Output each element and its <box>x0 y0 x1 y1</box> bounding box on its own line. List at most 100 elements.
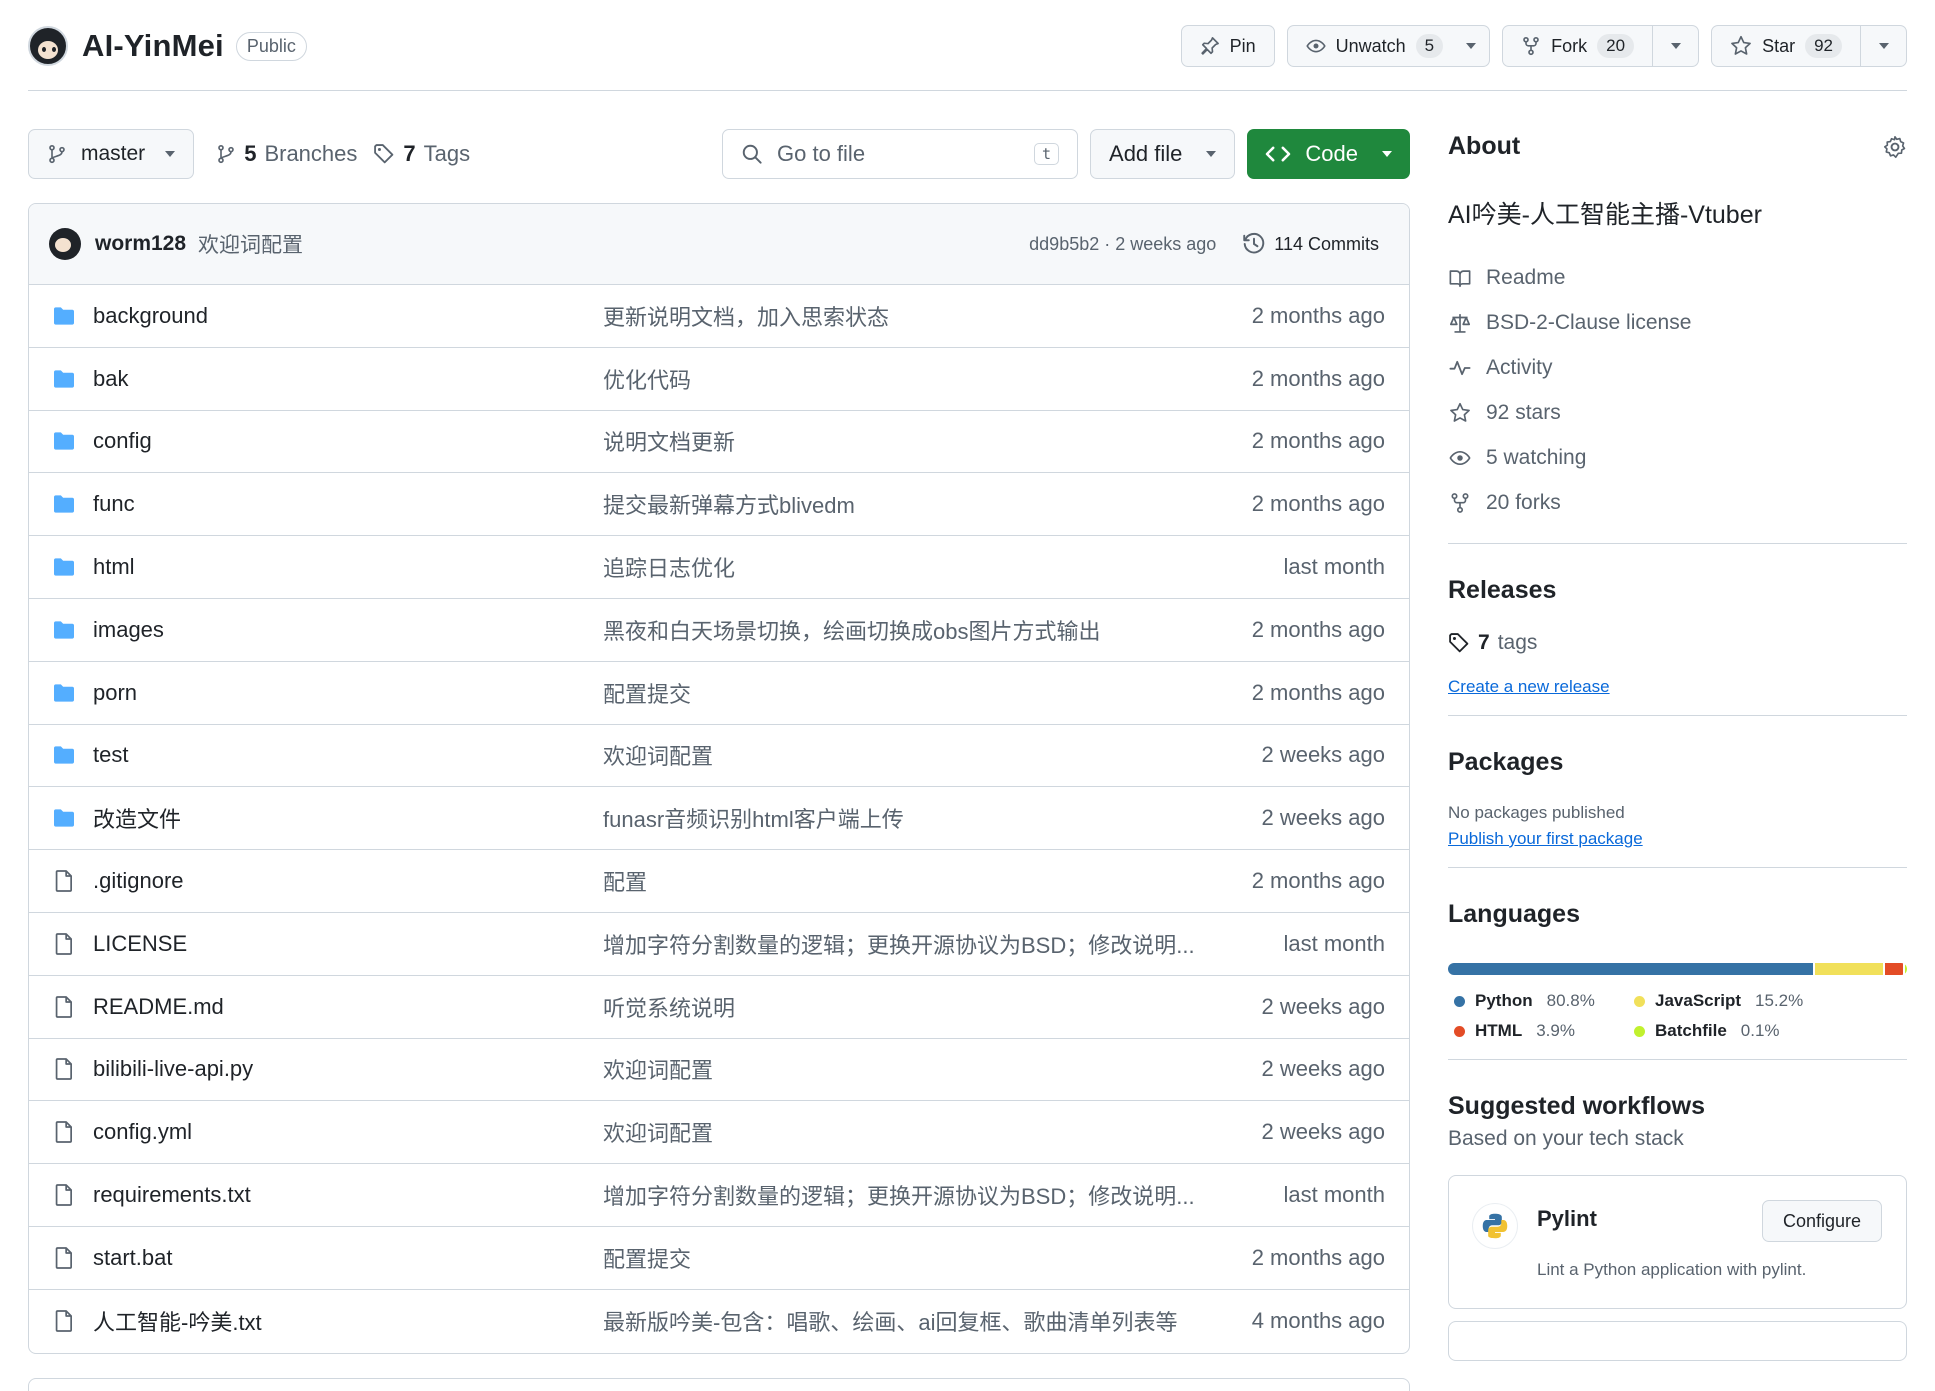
star-button[interactable]: Star 92 <box>1711 25 1907 67</box>
file-row[interactable]: config.yml 欢迎词配置 2 weeks ago <box>29 1101 1409 1165</box>
file-commit-message[interactable]: 最新版吟美-包含：唱歌、绘画、ai回复框、歌曲清单列表等 <box>603 1305 1203 1337</box>
file-row[interactable]: porn 配置提交 2 months ago <box>29 662 1409 725</box>
publish-package-link[interactable]: Publish your first package <box>1448 829 1643 848</box>
file-commit-message[interactable]: 更新说明文档，加入思索状态 <box>603 300 1203 332</box>
file-row[interactable]: requirements.txt 增加字符分割数量的逻辑；更换开源协议为BSD；修… <box>29 1164 1409 1227</box>
file-name[interactable]: test <box>93 742 603 768</box>
file-row[interactable]: config 说明文档更新 2 months ago <box>29 411 1409 474</box>
file-name[interactable]: .gitignore <box>93 868 603 894</box>
code-button[interactable]: Code <box>1247 129 1410 179</box>
file-commit-message[interactable]: 欢迎词配置 <box>603 739 1203 771</box>
file-row[interactable]: test 欢迎词配置 2 weeks ago <box>29 725 1409 788</box>
file-row[interactable]: bak 优化代码 2 months ago <box>29 348 1409 411</box>
fork-button[interactable]: Fork 20 <box>1502 25 1700 67</box>
branch-selector[interactable]: master <box>28 129 195 179</box>
about-readme[interactable]: Readme <box>1448 255 1907 300</box>
file-name[interactable]: bak <box>93 366 603 392</box>
file-name[interactable]: 人工智能-吟美.txt <box>93 1305 603 1337</box>
file-name[interactable]: config <box>93 428 603 454</box>
file-row[interactable]: bilibili-live-api.py 欢迎词配置 2 weeks ago <box>29 1039 1409 1102</box>
file-name[interactable]: LICENSE <box>93 931 603 957</box>
commits-history-link[interactable]: 114 Commits <box>1242 232 1379 256</box>
chevron-down-icon <box>1466 43 1477 49</box>
file-row[interactable]: images 黑夜和白天场景切换，绘画切换成obs图片方式输出 2 months a… <box>29 599 1409 662</box>
about-header: About <box>1448 132 1907 161</box>
file-name[interactable]: background <box>93 303 603 329</box>
file-row[interactable]: func 提交最新弹幕方式blivedm 2 months ago <box>29 473 1409 537</box>
file-commit-message[interactable]: 欢迎词配置 <box>603 1053 1203 1085</box>
commit-author[interactable]: worm128 <box>95 232 186 256</box>
file-name[interactable]: bilibili-live-api.py <box>93 1056 603 1082</box>
commit-message[interactable]: 欢迎词配置 <box>198 229 303 259</box>
configure-button[interactable]: Configure <box>1761 1200 1882 1242</box>
about-license[interactable]: BSD-2-Clause license <box>1448 300 1907 345</box>
gear-icon[interactable] <box>1883 135 1907 159</box>
packages-title[interactable]: Packages <box>1448 748 1907 777</box>
file-commit-message[interactable]: 配置 <box>603 865 1203 897</box>
file-name[interactable]: README.md <box>93 994 603 1020</box>
releases-title[interactable]: Releases <box>1448 576 1907 605</box>
star-dropdown[interactable] <box>1860 26 1906 66</box>
branches-link[interactable]: 5 Branches <box>216 141 357 167</box>
file-commit-date: 2 weeks ago <box>1261 1056 1385 1082</box>
file-commit-message[interactable]: 听觉系统说明 <box>603 991 1203 1023</box>
pin-button[interactable]: Pin <box>1180 25 1275 67</box>
file-commit-message[interactable]: 优化代码 <box>603 363 1203 395</box>
about-watching[interactable]: 5 watching <box>1448 435 1907 480</box>
watch-button[interactable]: Unwatch 5 <box>1286 25 1491 67</box>
file-row[interactable]: README.md 听觉系统说明 2 weeks ago <box>29 976 1409 1039</box>
history-icon <box>1243 232 1265 254</box>
file-commit-message[interactable]: 提交最新弹幕方式blivedm <box>603 488 1203 520</box>
file-name[interactable]: config.yml <box>93 1119 603 1145</box>
file-row[interactable]: html 追踪日志优化 last month <box>29 536 1409 599</box>
file-commit-message[interactable]: funasr音频识别html客户端上传 <box>603 802 1203 834</box>
star-label: Star <box>1762 35 1796 56</box>
file-name[interactable]: start.bat <box>93 1245 603 1271</box>
file-browser: worm128 欢迎词配置 dd9b5b2 · 2 weeks ago 114 … <box>28 203 1410 1354</box>
file-row[interactable]: 改造文件 funasr音频识别html客户端上传 2 weeks ago <box>29 787 1409 851</box>
file-commit-message[interactable]: 欢迎词配置 <box>603 1116 1203 1148</box>
file-commit-message[interactable]: 增加字符分割数量的逻辑；更换开源协议为BSD；修改说明... <box>603 1179 1203 1211</box>
about-forks[interactable]: 20 forks <box>1448 480 1907 525</box>
workflow-title[interactable]: Pylint <box>1537 1206 1597 1232</box>
file-row[interactable]: background 更新说明文档，加入思索状态 2 months ago <box>29 285 1409 348</box>
language-html[interactable]: HTML 3.9% <box>1448 1021 1628 1041</box>
about-activity[interactable]: Activity <box>1448 345 1907 390</box>
file-name[interactable]: requirements.txt <box>93 1182 603 1208</box>
language-bar-segment <box>1814 963 1884 975</box>
repo-name[interactable]: AI-YinMei <box>82 28 224 64</box>
go-to-file-input[interactable]: Go to file t <box>722 129 1079 179</box>
add-file-button[interactable]: Add file <box>1090 129 1236 179</box>
commit-hash-time[interactable]: dd9b5b2 · 2 weeks ago <box>1029 234 1216 255</box>
file-row[interactable]: .gitignore 配置 2 months ago <box>29 850 1409 913</box>
language-percent: 0.1% <box>1740 1021 1780 1040</box>
owner-avatar[interactable] <box>28 26 68 66</box>
file-name[interactable]: porn <box>93 680 603 706</box>
releases-tags-link[interactable]: 7 tags <box>1448 631 1907 655</box>
language-batchfile[interactable]: Batchfile 0.1% <box>1628 1021 1828 1041</box>
language-python[interactable]: Python 80.8% <box>1448 991 1628 1011</box>
file-row[interactable]: start.bat 配置提交 2 months ago <box>29 1227 1409 1290</box>
file-name[interactable]: images <box>93 617 603 643</box>
visibility-badge: Public <box>235 31 307 61</box>
language-javascript[interactable]: JavaScript 15.2% <box>1628 991 1828 1011</box>
commit-author-avatar[interactable] <box>49 228 81 260</box>
file-name[interactable]: 改造文件 <box>93 802 603 834</box>
watch-dropdown[interactable] <box>1453 43 1489 49</box>
file-row[interactable]: LICENSE 增加字符分割数量的逻辑；更换开源协议为BSD；修改说明... las… <box>29 913 1409 976</box>
fork-dropdown[interactable] <box>1652 26 1698 66</box>
file-name[interactable]: html <box>93 554 603 580</box>
tag-icon <box>1449 633 1469 653</box>
file-icon <box>55 870 72 892</box>
about-stars[interactable]: 92 stars <box>1448 390 1907 435</box>
file-commit-message[interactable]: 黑夜和白天场景切换，绘画切换成obs图片方式输出 <box>603 614 1203 646</box>
file-commit-message[interactable]: 说明文档更新 <box>603 425 1203 457</box>
file-commit-message[interactable]: 追踪日志优化 <box>603 551 1203 583</box>
file-name[interactable]: func <box>93 491 603 517</box>
file-commit-message[interactable]: 配置提交 <box>603 1242 1203 1274</box>
file-row[interactable]: 人工智能-吟美.txt 最新版吟美-包含：唱歌、绘画、ai回复框、歌曲清单列表等 4… <box>29 1290 1409 1353</box>
tags-link[interactable]: 7 Tags <box>373 141 470 167</box>
file-commit-message[interactable]: 增加字符分割数量的逻辑；更换开源协议为BSD；修改说明... <box>603 928 1203 960</box>
create-release-link[interactable]: Create a new release <box>1448 677 1610 696</box>
file-commit-message[interactable]: 配置提交 <box>603 677 1203 709</box>
